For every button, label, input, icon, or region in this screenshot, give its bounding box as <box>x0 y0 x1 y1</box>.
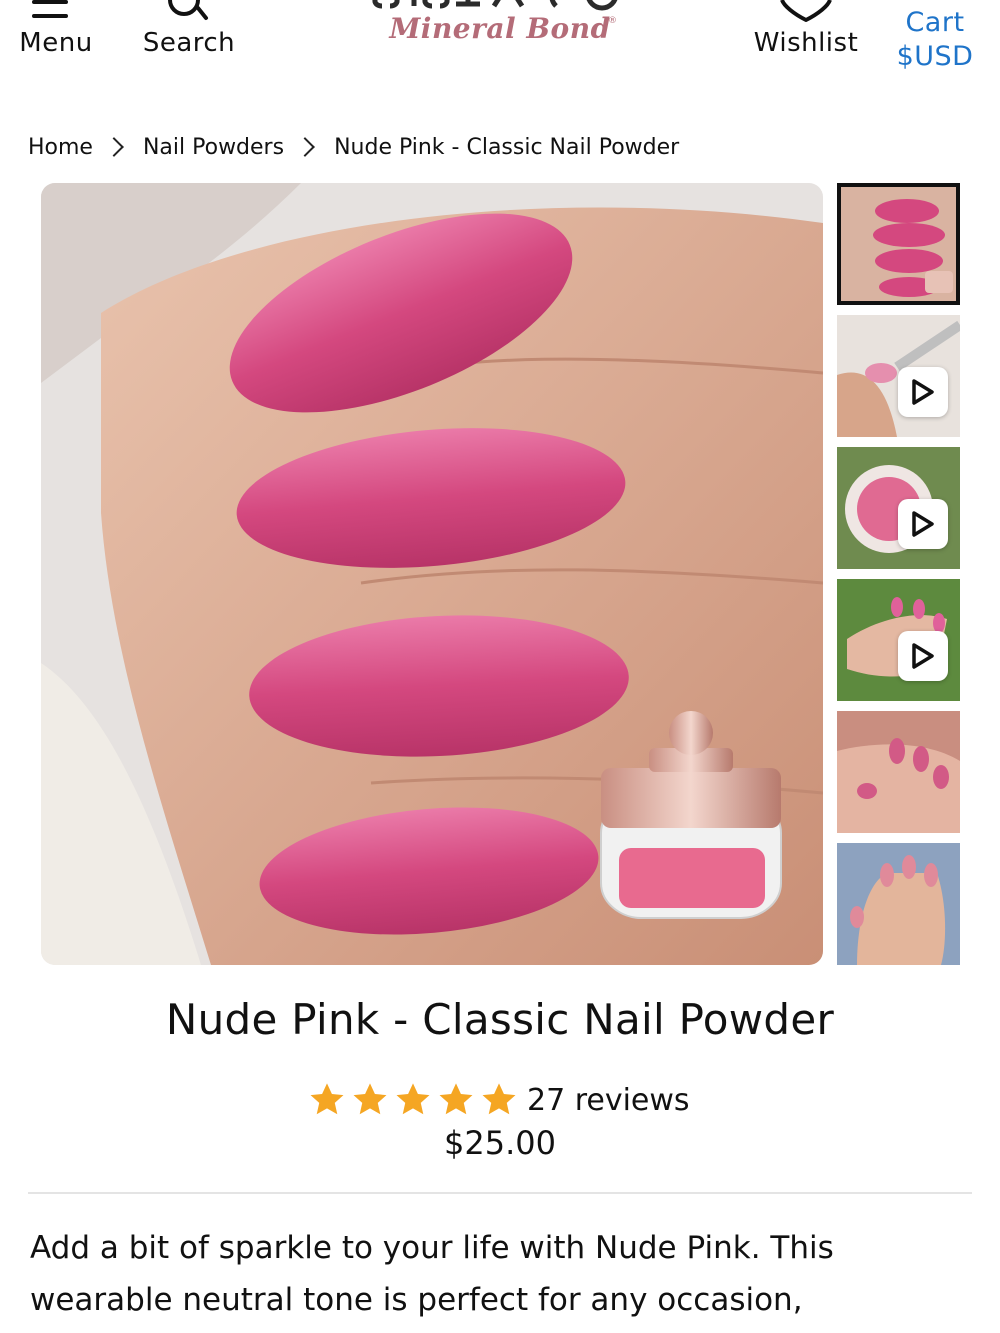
breadcrumb-current: Nude Pink - Classic Nail Powder <box>334 134 680 160</box>
menu-label: Menu <box>19 28 93 58</box>
star-icon <box>310 1083 344 1115</box>
product-title: Nude Pink - Classic Nail Powder <box>165 995 835 1044</box>
thumbnail-image <box>837 843 960 965</box>
play-icon <box>898 631 948 681</box>
wishlist-label: Wishlist <box>753 28 859 58</box>
thumbnail-image <box>837 183 960 305</box>
breadcrumb-home[interactable]: Home <box>28 135 93 160</box>
cart-label: Cart <box>905 7 965 38</box>
logo-tagline: Mineral Bond <box>389 12 611 45</box>
registered-mark: ® <box>608 16 617 26</box>
thumbnail-6[interactable] <box>837 843 960 965</box>
thumbnail-5[interactable] <box>837 711 960 833</box>
currency-label[interactable]: $USD <box>894 40 976 74</box>
thumbnail-2-video[interactable] <box>837 315 960 437</box>
thumbnail-image <box>837 711 960 833</box>
product-rating[interactable]: 27 reviews <box>308 1078 690 1122</box>
search-label: Search <box>142 28 236 58</box>
product-photo <box>41 183 823 965</box>
product-description: Add a bit of sparkle to your life with N… <box>30 1230 834 1318</box>
search-icon <box>168 0 208 20</box>
star-icon <box>482 1083 516 1115</box>
main-product-image[interactable] <box>41 183 823 965</box>
thumbnail-4-video[interactable] <box>837 579 960 701</box>
chevron-right-icon <box>104 137 124 157</box>
hamburger-icon <box>32 0 68 18</box>
divider <box>28 1192 972 1194</box>
star-icon <box>353 1083 387 1115</box>
site-header: Menu Search Mineral Bond ® Wishlist Cart… <box>0 0 1000 100</box>
star-rating <box>308 1081 523 1119</box>
star-icon <box>396 1083 430 1115</box>
product-price: $25.00 <box>444 1124 556 1162</box>
play-icon <box>898 499 948 549</box>
breadcrumb-nail-powders[interactable]: Nail Powders <box>143 135 284 160</box>
thumbnail-3-video[interactable] <box>837 447 960 569</box>
breadcrumb: Home Nail Powders Nude Pink - Classic Na… <box>28 130 679 164</box>
reviews-count[interactable]: 27 reviews <box>527 1083 690 1118</box>
thumbnail-1[interactable] <box>837 183 960 305</box>
star-icon <box>439 1083 473 1115</box>
chevron-right-icon <box>295 137 315 157</box>
play-icon <box>898 367 948 417</box>
heart-icon <box>780 0 832 22</box>
site-logo[interactable]: Mineral Bond ® <box>360 0 640 60</box>
